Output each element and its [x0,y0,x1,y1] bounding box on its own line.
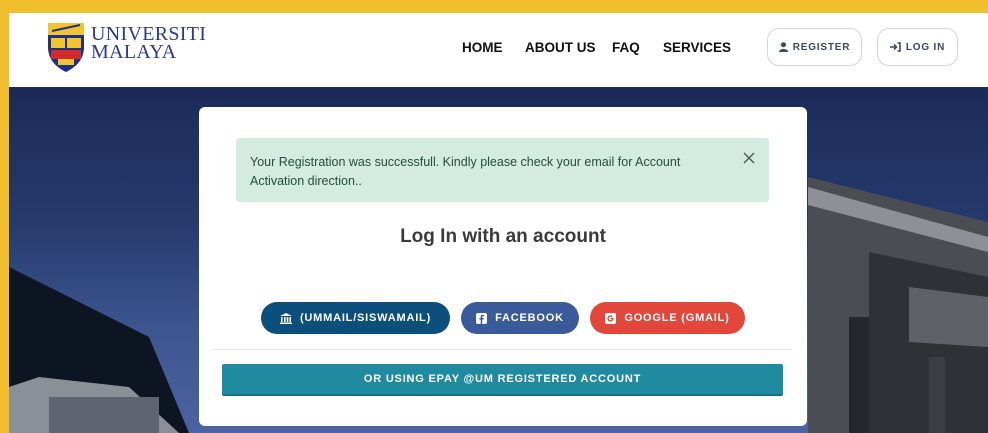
register-button[interactable]: REGISTER [767,28,862,66]
google-login-button[interactable]: GOOGLE (GMAIL) [590,302,745,334]
facebook-login-label: FACEBOOK [495,312,564,324]
facebook-login-button[interactable]: FACEBOOK [461,302,579,334]
university-name: UNIVERSITI MALAYA [91,24,206,63]
nav-about-us[interactable]: ABOUT US [525,40,596,55]
login-title: Log In with an account [400,226,606,247]
nav-services[interactable]: SERVICES [663,40,731,55]
university-name-line2: MALAYA [91,41,177,63]
google-login-label: GOOGLE (GMAIL) [624,312,730,324]
um-login-button[interactable]: (UMMAIL/SISWAMAIL) [261,302,450,334]
login-button[interactable]: LOG IN [877,28,958,66]
left-frame-border [0,0,9,433]
university-logo[interactable]: UNIVERSITI MALAYA [46,21,226,77]
facebook-icon [476,312,488,324]
login-button-label: LOG IN [905,41,946,53]
divider [212,349,792,350]
um-login-label: (UMMAIL/SISWAMAIL) [299,312,432,324]
login-card: Your Registration was successfull. Kindl… [199,107,807,426]
user-icon [778,42,788,52]
epay-login-button[interactable]: OR USING EPAY @UM REGISTERED ACCOUNT [222,364,783,394]
google-icon [605,312,617,324]
close-icon[interactable] [741,150,757,166]
nav-home[interactable]: HOME [462,40,503,55]
institution-icon [279,312,292,324]
nav-faq[interactable]: FAQ [612,40,640,55]
epay-login-label: OR USING EPAY @UM REGISTERED ACCOUNT [363,373,642,385]
alert-message: Your Registration was successfull. Kindl… [250,155,681,188]
register-button-label: REGISTER [792,41,851,53]
sign-in-icon [889,42,901,52]
success-alert: Your Registration was successfull. Kindl… [236,138,769,202]
top-frame-border [0,0,988,13]
navbar: UNIVERSITI MALAYA HOME ABOUT US FAQ SERV… [9,13,988,87]
crest-icon [48,23,84,72]
